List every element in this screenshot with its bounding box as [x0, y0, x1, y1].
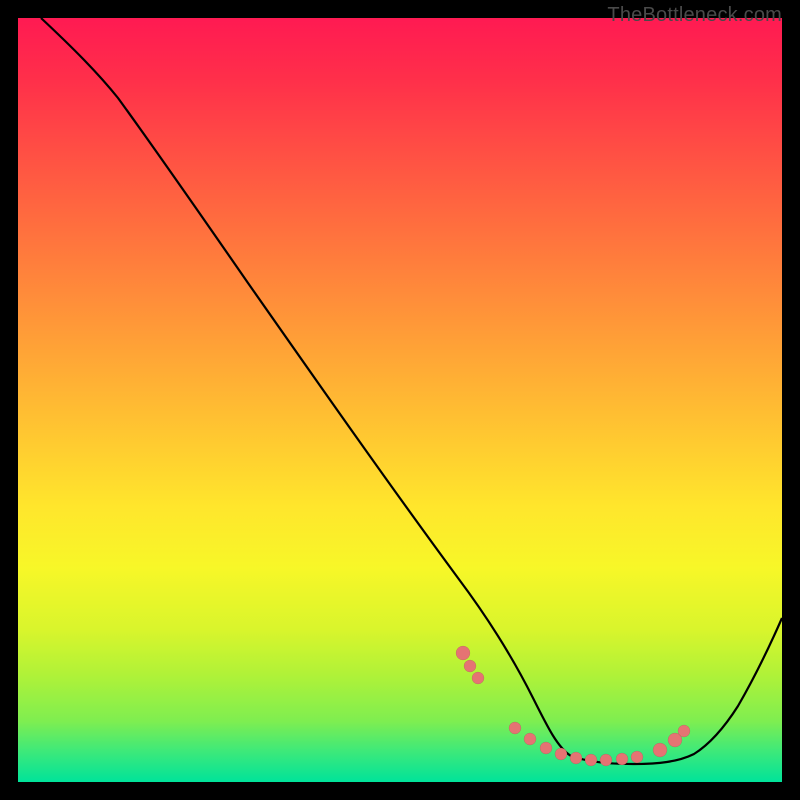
curve-path: [41, 18, 782, 764]
trough-dots: [456, 646, 690, 766]
bottleneck-curve: [18, 18, 782, 782]
chart-frame: TheBottleneck.com: [0, 0, 800, 800]
plot-area: [18, 18, 782, 782]
watermark-text: TheBottleneck.com: [607, 4, 782, 27]
